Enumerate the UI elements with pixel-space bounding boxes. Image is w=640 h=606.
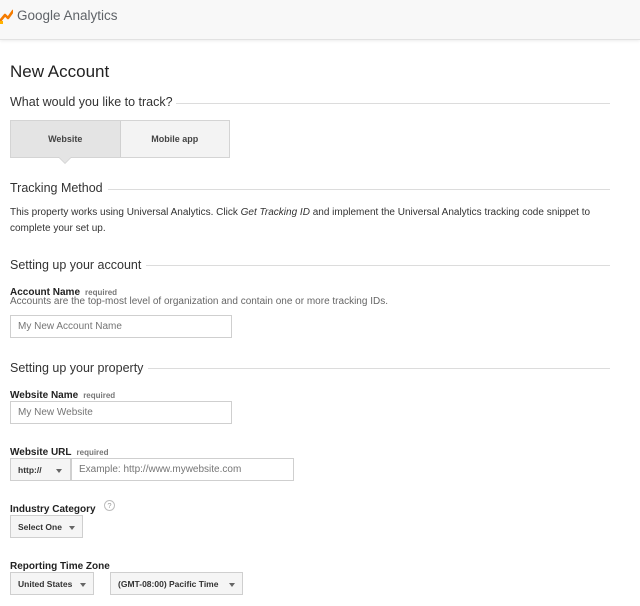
- timezone-value: (GMT-08:00) Pacific Time: [118, 579, 219, 589]
- help-icon[interactable]: ?: [104, 500, 115, 511]
- required-tag: required: [83, 391, 116, 400]
- tracking-method-heading: Tracking Method: [10, 181, 103, 195]
- protocol-value: http://: [18, 465, 42, 475]
- website-name-input[interactable]: [10, 401, 232, 424]
- website-option-button[interactable]: Website: [11, 121, 121, 164]
- get-tracking-id-text: Get Tracking ID: [240, 207, 310, 218]
- chevron-down-icon: [69, 526, 75, 530]
- section-divider: [148, 368, 610, 369]
- chevron-down-icon: [80, 583, 86, 587]
- required-tag: required: [76, 448, 109, 457]
- section-divider: [108, 189, 610, 190]
- tracking-method-description: This property works using Universal Anal…: [10, 207, 591, 234]
- track-heading: What would you like to track?: [10, 95, 173, 109]
- industry-category-label: Industry Category: [10, 504, 96, 515]
- track-type-toggle: Website Mobile app: [10, 120, 230, 164]
- timezone-select[interactable]: (GMT-08:00) Pacific Time: [110, 572, 243, 595]
- country-select[interactable]: United States: [10, 572, 94, 595]
- website-name-label: Website Name: [10, 390, 79, 401]
- account-setup-heading: Setting up your account: [10, 258, 142, 272]
- country-value: United States: [18, 579, 73, 589]
- top-header: Google Analytics: [0, 0, 640, 40]
- chevron-down-icon: [56, 469, 62, 473]
- industry-category-value: Select One: [18, 522, 62, 532]
- account-help-text: Accounts are the top-most level of organ…: [10, 296, 388, 307]
- chevron-down-icon: [229, 583, 235, 587]
- brand-name: Google Analytics: [17, 8, 118, 23]
- mobile-app-option-button[interactable]: Mobile app: [120, 121, 229, 157]
- analytics-logo-icon: [0, 9, 13, 24]
- website-url-label: Website URL: [10, 447, 72, 458]
- property-setup-heading: Setting up your property: [10, 361, 144, 375]
- section-divider: [176, 103, 610, 104]
- page-title: New Account: [10, 62, 110, 81]
- website-url-input[interactable]: [71, 458, 294, 481]
- section-divider: [146, 265, 610, 266]
- account-name-input[interactable]: [10, 315, 232, 338]
- reporting-time-zone-label: Reporting Time Zone: [10, 561, 110, 572]
- protocol-select[interactable]: http://: [10, 458, 71, 481]
- industry-category-select[interactable]: Select One: [10, 515, 83, 538]
